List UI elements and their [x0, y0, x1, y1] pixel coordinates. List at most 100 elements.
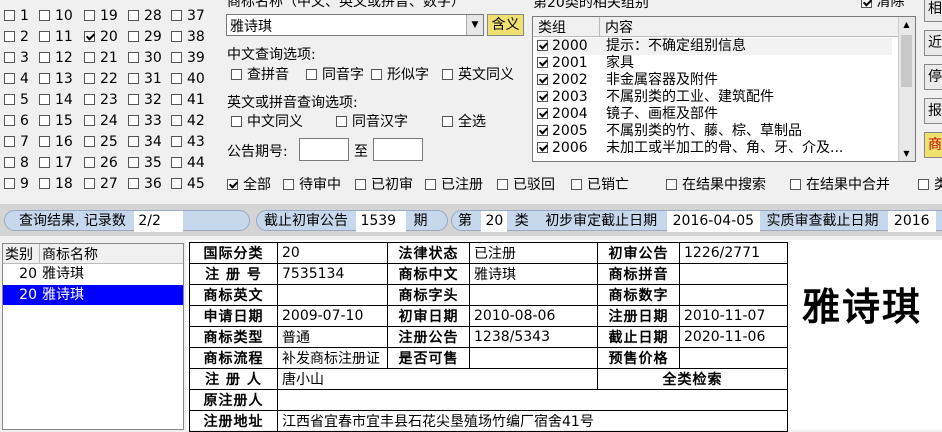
col-class-header[interactable]: 类别 [5, 244, 33, 264]
class-checkbox[interactable]: 22 [84, 69, 118, 89]
class-checkbox[interactable]: 3 [4, 48, 29, 68]
class-check-icon[interactable] [39, 93, 50, 105]
class-checkbox[interactable]: 27 [84, 174, 118, 194]
class-check-icon[interactable] [84, 156, 95, 168]
col-name-header[interactable]: 商标名称 [42, 244, 98, 264]
class-check-icon[interactable] [4, 9, 15, 21]
class-check-icon[interactable] [39, 72, 50, 84]
chinese-check-icon[interactable] [371, 68, 382, 80]
class-checkbox[interactable]: 41 [171, 90, 205, 110]
side-button[interactable]: 商 [924, 132, 942, 158]
group-row[interactable]: 2000 提示：不确定组别信息 [537, 38, 892, 55]
filter-check-icon[interactable] [283, 178, 294, 190]
issue-to-input[interactable] [373, 138, 423, 161]
class-checkbox[interactable]: 5 [4, 90, 29, 110]
chinese-check-icon[interactable] [442, 68, 453, 80]
chevron-down-icon[interactable]: ▼ [466, 15, 483, 35]
class-check-icon[interactable] [4, 51, 15, 63]
class-checkbox[interactable]: 38 [171, 27, 205, 47]
english-check-icon[interactable] [442, 115, 453, 127]
class-check-icon[interactable] [128, 156, 139, 168]
chinese-option[interactable]: 查拼音 [231, 65, 289, 85]
class-check-icon[interactable] [4, 135, 15, 147]
class-checkbox[interactable]: 9 [4, 174, 29, 194]
english-option[interactable]: 中文同义 [231, 112, 303, 132]
side-button[interactable]: 停 [924, 64, 942, 90]
english-option[interactable]: 同音汉字 [336, 112, 408, 132]
class-checkbox[interactable]: 32 [128, 90, 162, 110]
class-checkbox[interactable]: 25 [84, 132, 118, 152]
status-filter-checkbox[interactable]: 已注册 [425, 175, 483, 195]
class-check-icon[interactable] [128, 51, 139, 63]
meaning-button[interactable]: 含义 [487, 14, 524, 36]
class-check-icon[interactable] [84, 72, 95, 84]
trailing-class-checkbox[interactable]: 类 [918, 175, 942, 195]
class-checkbox[interactable]: 26 [84, 153, 118, 173]
group-row[interactable]: 2006 未加工或半加工的骨、角、牙、介及... [537, 140, 843, 157]
clear-check-icon[interactable] [861, 0, 872, 8]
class-checkbox[interactable]: 24 [84, 111, 118, 131]
group-check-icon[interactable] [537, 39, 548, 51]
english-check-icon[interactable] [231, 115, 242, 127]
class-check-icon[interactable] [84, 9, 95, 21]
class-check-icon[interactable] [39, 156, 50, 168]
class-check-icon[interactable] [39, 30, 50, 42]
class-checkbox[interactable]: 33 [128, 111, 162, 131]
all-class-search-button[interactable]: 全类检索 [597, 368, 788, 390]
class-check-icon[interactable] [128, 177, 139, 189]
class-checkbox[interactable]: 35 [128, 153, 162, 173]
chinese-check-icon[interactable] [231, 68, 242, 80]
class-check-icon[interactable] [128, 72, 139, 84]
group-row[interactable]: 2002 非金属容器及附件 [537, 72, 718, 89]
class-check-icon[interactable] [128, 30, 139, 42]
class-check-icon[interactable] [171, 93, 182, 105]
class-checkbox[interactable]: 2 [4, 27, 29, 47]
class-checkbox[interactable]: 44 [171, 153, 205, 173]
filter-check-icon[interactable] [666, 178, 677, 190]
chinese-option[interactable]: 英文同义 [442, 65, 514, 85]
search-in-results-checkbox[interactable]: 在结果中搜索 [666, 175, 766, 195]
scroll-up-icon[interactable]: ▲ [899, 17, 914, 32]
class-check-icon[interactable] [4, 114, 15, 126]
class-check-icon[interactable] [171, 177, 182, 189]
class-check-icon[interactable] [39, 135, 50, 147]
class-check-icon[interactable] [39, 51, 50, 63]
status-filter-checkbox[interactable]: 全部 [227, 175, 271, 195]
class-checkbox[interactable]: 42 [171, 111, 205, 131]
class-check-icon[interactable] [84, 51, 95, 63]
group-check-icon[interactable] [537, 107, 548, 119]
class-checkbox[interactable]: 16 [39, 132, 73, 152]
filter-check-icon[interactable] [497, 178, 508, 190]
class-checkbox[interactable]: 28 [128, 6, 162, 26]
class-check-icon[interactable] [171, 72, 182, 84]
class-checkbox[interactable]: 23 [84, 90, 118, 110]
class-check-icon[interactable] [39, 177, 50, 189]
class-checkbox[interactable]: 8 [4, 153, 29, 173]
merge-in-results-checkbox[interactable]: 在结果中合并 [790, 175, 890, 195]
class-checkbox[interactable]: 18 [39, 174, 73, 194]
group-check-icon[interactable] [537, 141, 548, 153]
class-check-icon[interactable] [171, 135, 182, 147]
class-check-icon[interactable] [39, 114, 50, 126]
class-check-icon[interactable] [171, 51, 182, 63]
english-option[interactable]: 全选 [442, 112, 486, 132]
class-check-icon[interactable] [4, 156, 15, 168]
class-checkbox[interactable]: 20 [84, 27, 118, 47]
filter-check-icon[interactable] [227, 178, 238, 190]
class-checkbox[interactable]: 6 [4, 111, 29, 131]
class-checkbox[interactable]: 15 [39, 111, 73, 131]
chinese-option[interactable]: 同音字 [306, 65, 364, 85]
side-button[interactable]: 近 [924, 30, 942, 56]
chinese-check-icon[interactable] [306, 68, 317, 80]
class-check-icon[interactable] [4, 93, 15, 105]
status-filter-checkbox[interactable]: 已驳回 [497, 175, 555, 195]
class-check-icon[interactable] [4, 72, 15, 84]
class-check-icon[interactable] [171, 156, 182, 168]
class-checkbox[interactable]: 29 [128, 27, 162, 47]
class-checkbox[interactable]: 11 [39, 27, 73, 47]
class-check-icon[interactable] [128, 93, 139, 105]
class-checkbox[interactable]: 45 [171, 174, 205, 194]
scroll-down-icon[interactable]: ▼ [899, 146, 914, 161]
class-checkbox[interactable]: 17 [39, 153, 73, 173]
process-value[interactable]: 补发商标注册证 [277, 347, 388, 369]
